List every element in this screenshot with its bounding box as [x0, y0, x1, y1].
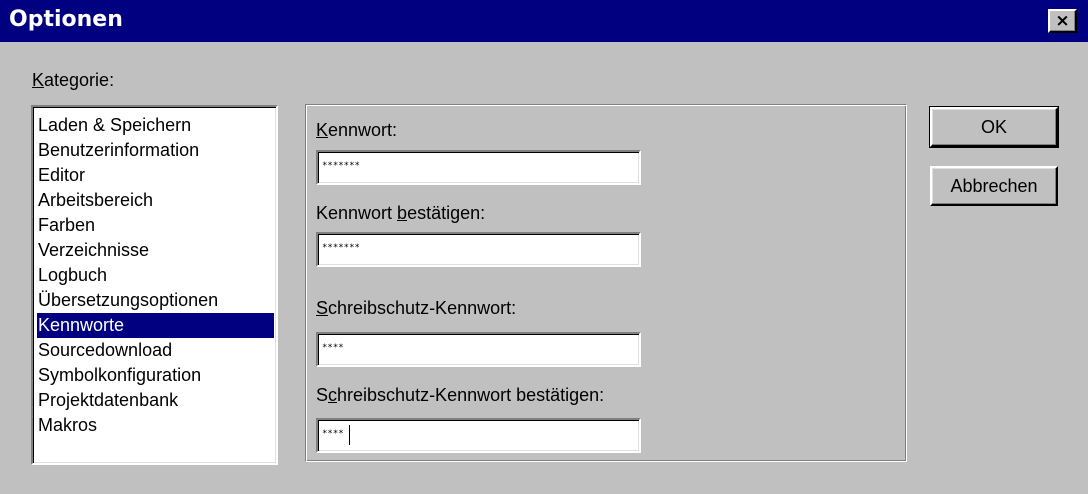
list-item-kennworte[interactable]: Kennworte	[37, 313, 274, 338]
kennwort-bestaetigen-value: *******	[322, 243, 360, 253]
list-item-verzeichnisse[interactable]: Verzeichnisse	[37, 238, 274, 263]
schreibschutz-kennwort-label: Schreibschutz-Kennwort:	[316, 298, 516, 319]
text-caret	[349, 425, 350, 445]
list-item-farben[interactable]: Farben	[37, 213, 274, 238]
schreibschutz-bestaetigen-value: ****	[322, 429, 344, 439]
list-item-sourcedownload[interactable]: Sourcedownload	[37, 338, 274, 363]
schreibschutz-bestaetigen-input[interactable]: ****	[316, 418, 641, 453]
schreibschutz-label-post: chreibschutz-Kennwort:	[328, 298, 517, 318]
options-dialog: Optionen × Kategorie: Laden & Speichern …	[0, 0, 1088, 494]
schreibschutz-bestaetigen-label-post: hreibschutz-Kennwort bestätigen:	[337, 385, 605, 405]
kategorie-label-text: ategorie:	[44, 70, 115, 90]
close-button[interactable]: ×	[1048, 9, 1077, 33]
kategorie-listbox[interactable]: Laden & Speichern Benutzerinformation Ed…	[31, 105, 278, 465]
kennwort-label-post: ennwort:	[328, 120, 398, 140]
kategorie-label: Kategorie:	[32, 70, 114, 91]
kennwort-label-mnemonic: K	[316, 120, 329, 140]
list-item-uebersetzungsoptionen[interactable]: Übersetzungsoptionen	[37, 288, 274, 313]
kennwort-value: *******	[322, 161, 360, 171]
kennwort-bestaetigen-input[interactable]: *******	[316, 232, 641, 267]
kennwort-input[interactable]: *******	[316, 150, 641, 185]
list-item-arbeitsbereich[interactable]: Arbeitsbereich	[37, 188, 274, 213]
list-item-projektdatenbank[interactable]: Projektdatenbank	[37, 388, 274, 413]
schreibschutz-kennwort-input[interactable]: ****	[316, 332, 641, 367]
list-item-logbuch[interactable]: Logbuch	[37, 263, 274, 288]
list-item-makros[interactable]: Makros	[37, 413, 274, 438]
kennwort-bestaetigen-label: Kennwort bestätigen:	[316, 203, 485, 224]
window-title: Optionen	[9, 7, 123, 32]
cancel-button[interactable]: Abbrechen	[930, 166, 1058, 206]
list-item-laden-speichern[interactable]: Laden & Speichern	[37, 113, 274, 138]
list-item-symbolkonfiguration[interactable]: Symbolkonfiguration	[37, 363, 274, 388]
kennwort-bestaetigen-label-pre: Kennwort	[316, 203, 398, 223]
list-item-benutzerinformation[interactable]: Benutzerinformation	[37, 138, 274, 163]
schreibschutz-kennwort-value: ****	[322, 343, 344, 353]
schreibschutz-bestaetigen-label-mnemonic: c	[328, 385, 338, 405]
schreibschutz-bestaetigen-label: Schreibschutz-Kennwort bestätigen:	[316, 385, 604, 406]
list-item-editor[interactable]: Editor	[37, 163, 274, 188]
ok-button[interactable]: OK	[929, 106, 1059, 148]
kennwort-bestaetigen-label-mnemonic: b	[397, 203, 408, 223]
title-bar[interactable]: Optionen ×	[0, 0, 1088, 42]
kategorie-label-mnemonic: K	[32, 70, 45, 90]
kennwort-label: Kennwort:	[316, 120, 397, 141]
kennwort-bestaetigen-label-post: estätigen:	[407, 203, 486, 223]
schreibschutz-bestaetigen-label-pre: S	[316, 385, 329, 405]
close-icon: ×	[1055, 10, 1070, 31]
schreibschutz-label-mnemonic: S	[316, 298, 329, 318]
